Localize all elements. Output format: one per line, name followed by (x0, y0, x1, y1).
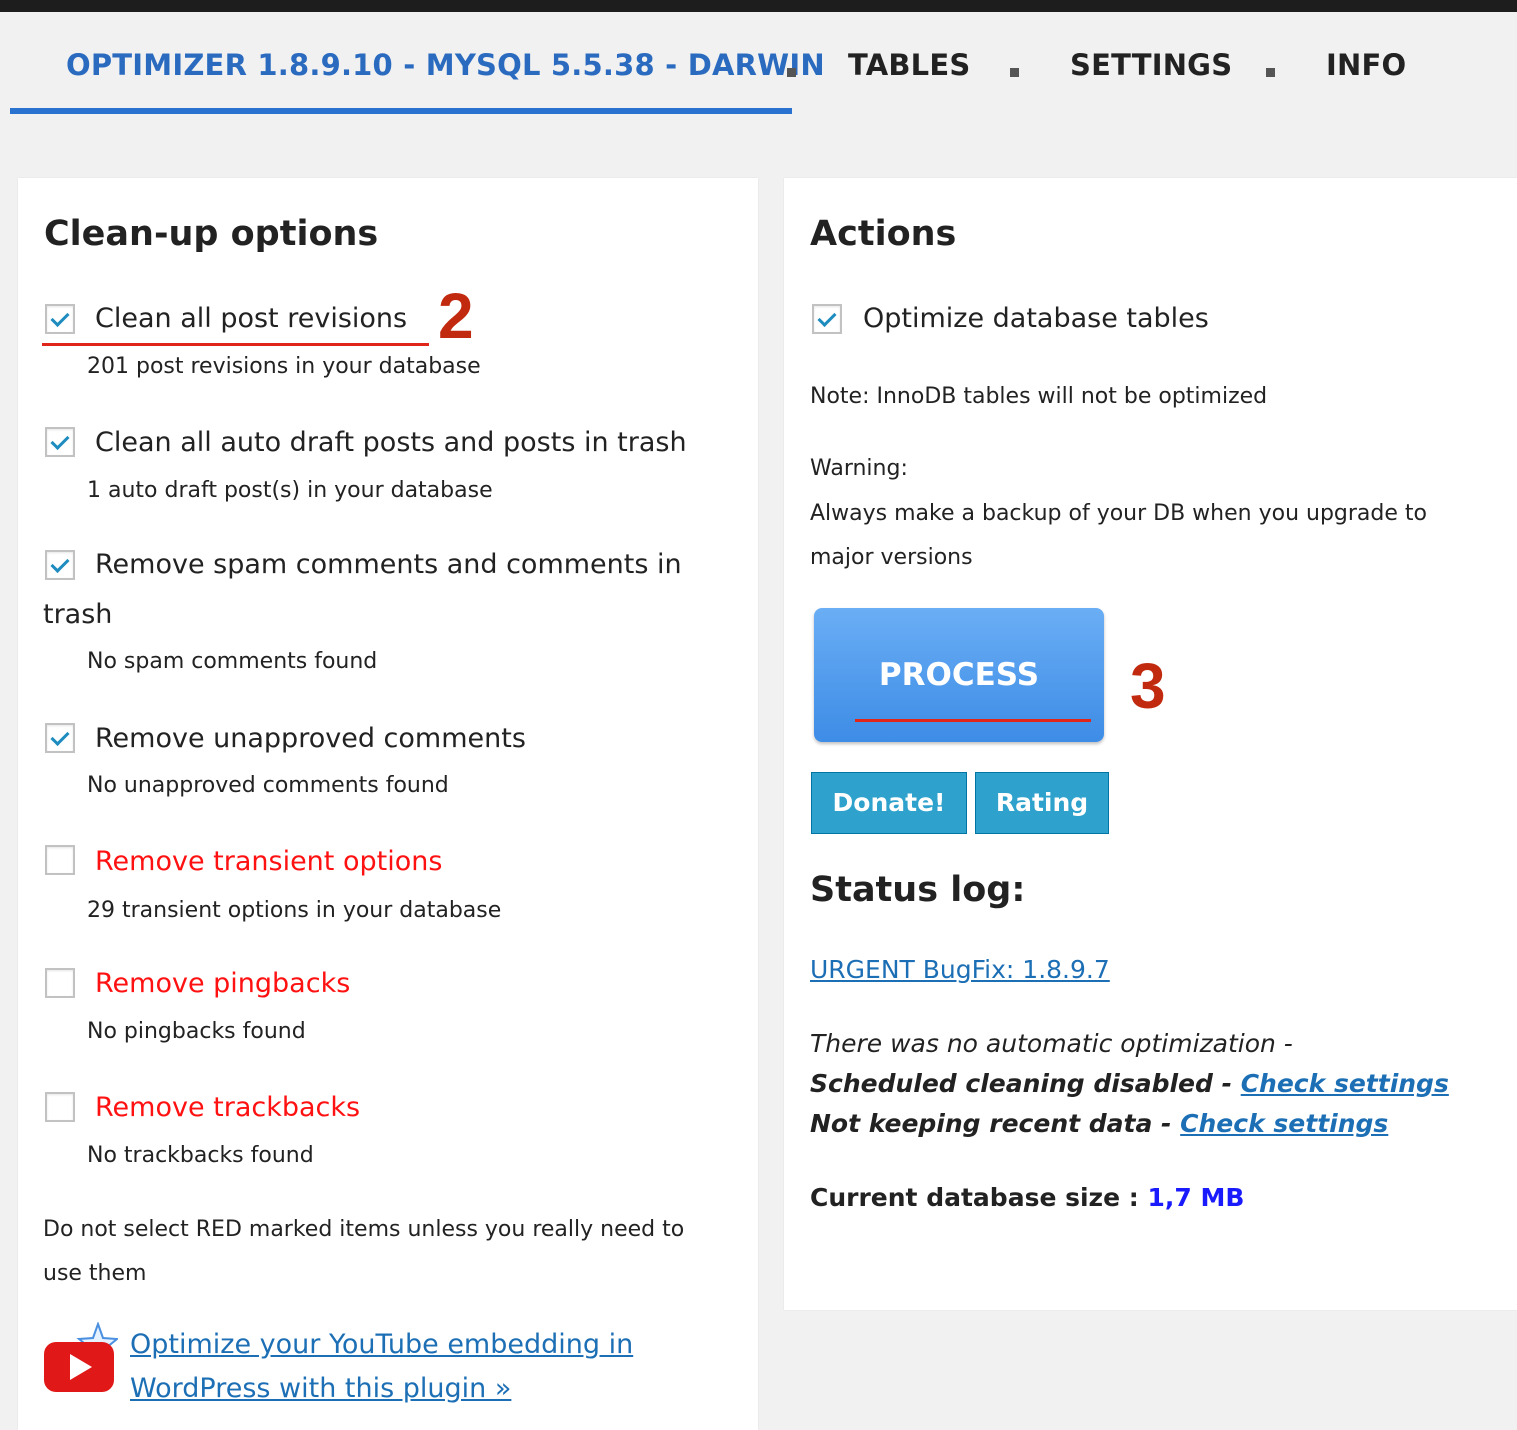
status-line-scheduled: Scheduled cleaning disabled - Check sett… (810, 1064, 1449, 1104)
tab-info[interactable]: INFO (1326, 48, 1406, 82)
checkbox-trackbacks[interactable] (45, 1092, 75, 1122)
active-tab-underline (10, 108, 792, 114)
tab-bar: OPTIMIZER 1.8.9.10 - MYSQL 5.5.38 - DARW… (0, 12, 1517, 122)
tab-tables[interactable]: TABLES (848, 48, 970, 82)
warning-label: Warning: (810, 456, 908, 481)
annotation-underline-3 (855, 719, 1091, 722)
status-log-title: Status log: (810, 870, 1026, 910)
bugfix-link-row: URGENT BugFix: 1.8.9.7 (810, 955, 1110, 984)
checkbox-unapproved-comments[interactable] (45, 723, 75, 753)
checkbox-pingbacks[interactable] (45, 968, 75, 998)
tab-optimizer[interactable]: OPTIMIZER 1.8.9.10 - MYSQL 5.5.38 - DARW… (66, 48, 825, 82)
youtube-link-text[interactable]: Optimize your YouTube embedding in WordP… (130, 1329, 633, 1404)
annotation-number-3: 3 (1130, 650, 1166, 722)
red-items-note: Do not select RED marked items unless yo… (43, 1217, 685, 1286)
actions-title: Actions (810, 214, 957, 254)
option-desc-trackbacks: No trackbacks found (87, 1143, 314, 1168)
option-desc-pingbacks: No pingbacks found (87, 1019, 306, 1044)
tab-separator (787, 68, 796, 77)
option-desc-auto-drafts: 1 auto draft post(s) in your database (87, 478, 493, 503)
youtube-plugin-icon (42, 1321, 120, 1400)
option-label-optimize-tables[interactable]: Optimize database tables (863, 303, 1209, 334)
option-label-transient-options[interactable]: Remove transient options (95, 846, 442, 877)
status-line-no-auto-optimization: There was no automatic optimization - (810, 1029, 1293, 1058)
status-messages: There was no automatic optimization - Sc… (810, 1024, 1449, 1144)
checkbox-optimize-tables[interactable] (812, 304, 842, 334)
option-label-auto-drafts[interactable]: Clean all auto draft posts and posts in … (95, 427, 687, 458)
option-label-pingbacks[interactable]: Remove pingbacks (95, 968, 350, 999)
window-top-border (0, 0, 1517, 12)
status-line-recent-data: Not keeping recent data - Check settings (810, 1104, 1449, 1144)
status-scheduled-text: Scheduled cleaning disabled - (810, 1069, 1241, 1098)
option-label-post-revisions[interactable]: Clean all post revisions (95, 303, 407, 334)
donate-button[interactable]: Donate! (811, 772, 967, 834)
option-desc-spam-comments: No spam comments found (87, 649, 378, 674)
database-size-label: Current database size : (810, 1183, 1148, 1212)
option-desc-post-revisions: 201 post revisions in your database (87, 354, 481, 379)
option-label-unapproved-comments[interactable]: Remove unapproved comments (95, 723, 526, 754)
option-label-spam-comments[interactable]: Remove spam comments and comments in tra… (43, 540, 723, 640)
check-settings-link-2[interactable]: Check settings (1180, 1109, 1388, 1138)
youtube-plugin-link[interactable]: Optimize your YouTube embedding in WordP… (130, 1323, 690, 1411)
status-recent-data-text: Not keeping recent data - (810, 1109, 1181, 1138)
annotation-underline-2 (42, 343, 429, 346)
checkbox-auto-drafts[interactable] (45, 427, 75, 457)
tab-separator (1266, 68, 1275, 77)
option-desc-unapproved-comments: No unapproved comments found (87, 773, 449, 798)
cleanup-options-title: Clean-up options (44, 214, 379, 254)
tab-separator (1010, 68, 1019, 77)
innodb-note: Note: InnoDB tables will not be optimize… (810, 384, 1268, 409)
annotation-number-2: 2 (438, 280, 474, 352)
warning-text: Always make a backup of your DB when you… (810, 501, 1427, 570)
option-label-trackbacks[interactable]: Remove trackbacks (95, 1092, 360, 1123)
database-size-value: 1,7 MB (1147, 1183, 1245, 1212)
option-desc-transient-options: 29 transient options in your database (87, 898, 502, 923)
checkbox-transient-options[interactable] (45, 845, 75, 875)
check-settings-link[interactable]: Check settings (1241, 1069, 1449, 1098)
database-size: Current database size : 1,7 MB (810, 1183, 1244, 1212)
checkbox-post-revisions[interactable] (45, 304, 75, 334)
bugfix-link[interactable]: URGENT BugFix: 1.8.9.7 (810, 955, 1110, 984)
tab-settings[interactable]: SETTINGS (1070, 48, 1232, 82)
rating-button[interactable]: Rating (975, 772, 1109, 834)
